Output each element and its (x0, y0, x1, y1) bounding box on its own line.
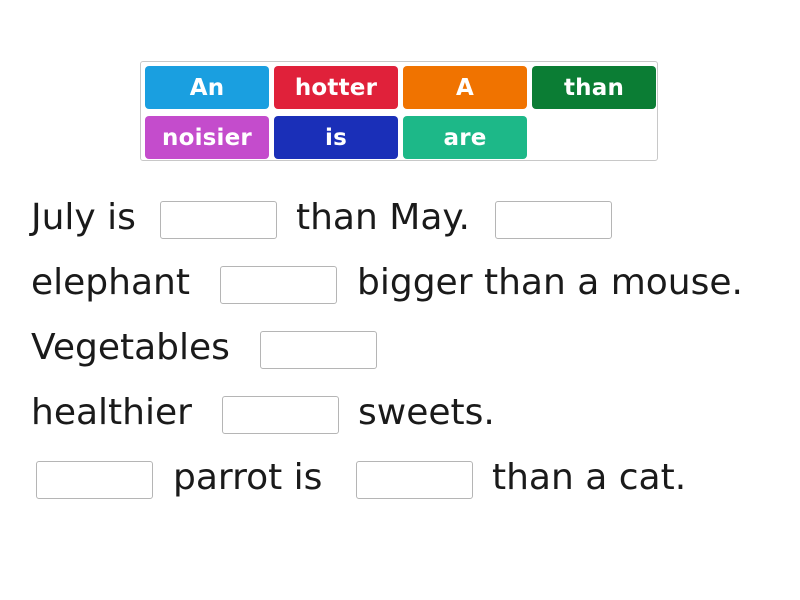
sentence-text: July is (31, 197, 136, 238)
sentence-text: bigger than a mouse. (357, 262, 743, 303)
word-tile-is[interactable]: is (274, 116, 398, 159)
sentence-text: than May. (296, 197, 470, 238)
sentence-text: healthier (31, 392, 192, 433)
sentence-text: Vegetables (31, 327, 230, 368)
word-tile-bank: An hotter A than noisier is are (140, 61, 658, 161)
drop-blank-5[interactable] (222, 396, 339, 434)
word-tile-hotter[interactable]: hotter (274, 66, 398, 109)
sentence-text: sweets. (358, 392, 495, 433)
word-tile-noisier[interactable]: noisier (145, 116, 269, 159)
drop-blank-1[interactable] (160, 201, 277, 239)
drop-blank-3[interactable] (220, 266, 337, 304)
word-tile-an[interactable]: An (145, 66, 269, 109)
sentence-text: elephant (31, 262, 190, 303)
sentence-text: parrot is (173, 457, 323, 498)
word-tile-are[interactable]: are (403, 116, 527, 159)
drop-blank-6[interactable] (36, 461, 153, 499)
word-tile-than[interactable]: than (532, 66, 656, 109)
drop-blank-2[interactable] (495, 201, 612, 239)
word-tile-a[interactable]: A (403, 66, 527, 109)
drop-blank-4[interactable] (260, 331, 377, 369)
sentence-text: than a cat. (492, 457, 687, 498)
drop-blank-7[interactable] (356, 461, 473, 499)
